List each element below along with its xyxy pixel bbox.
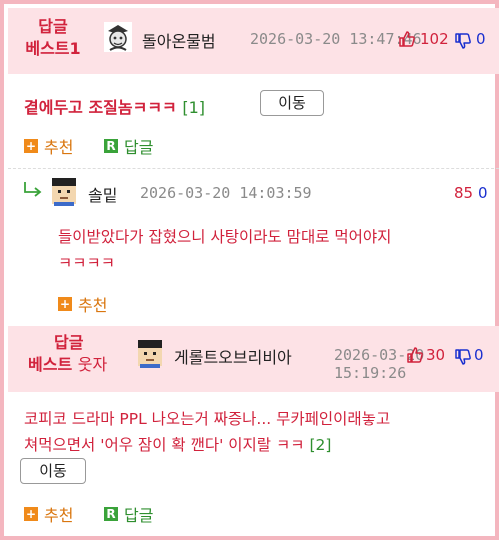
avatar-icon[interactable] xyxy=(50,176,78,206)
plus-icon: + xyxy=(58,297,72,311)
reply-label: 답글 xyxy=(124,138,154,157)
reply-button[interactable]: R 답글 xyxy=(104,502,153,526)
recommend-label: 추천 xyxy=(44,138,74,157)
nickname[interactable]: 솔밑 xyxy=(88,182,117,206)
thumbs-down-icon[interactable] xyxy=(454,348,472,366)
comment-date: 2026-03-20 14:03:59 xyxy=(140,184,312,202)
recommend-button[interactable]: + 추천 xyxy=(24,502,73,526)
comment-body: 들이받았다가 잡혔으니 사탕이라도 맘대로 먹어야지 ㅋㅋㅋㅋ xyxy=(58,224,488,276)
reply-arrow-icon xyxy=(24,182,42,197)
nickname[interactable]: 돌아온물범 xyxy=(142,28,216,52)
best-category: 웃자 xyxy=(77,355,108,374)
reply-label: 답글 xyxy=(124,506,154,525)
move-button[interactable]: 이동 xyxy=(20,458,86,484)
upvote-count: 30 xyxy=(426,346,446,364)
upvote-count: 85 xyxy=(454,184,474,202)
avatar-icon[interactable] xyxy=(104,22,132,52)
avatar-icon[interactable] xyxy=(136,338,164,368)
thumbs-down-icon[interactable] xyxy=(454,32,472,50)
best-badge-line2: 베스트1 xyxy=(25,39,81,58)
move-button[interactable]: 이동 xyxy=(260,90,324,116)
best-badge-line2: 베스트 웃자 xyxy=(16,354,126,376)
best-badge: 답글 베스트 웃자 xyxy=(16,332,126,376)
recommend-label: 추천 xyxy=(44,506,74,525)
plus-icon: + xyxy=(24,139,38,153)
downvote-count: 0 xyxy=(474,346,484,364)
comment-title-text: 곁에두고 조질놈ㅋㅋㅋ xyxy=(24,98,177,117)
comment-body-line: ㅋㅋㅋㅋ xyxy=(58,254,116,272)
comment-body-line: 들이받았다가 잡혔으니 사탕이라도 맘대로 먹어야지 xyxy=(58,228,392,246)
comment-header: 답글 베스트1 돌아온물범 2026-03-20 13:47:46 102 0 xyxy=(8,8,499,74)
comment-body-line: 코피코 드라마 PPL 나오는거 짜증나... 무카페인이래놓고 xyxy=(24,410,391,428)
comment-header: 답글 베스트 웃자 게롤트오브리비아 2026-03-20 15:19:26 3… xyxy=(8,326,499,392)
plus-icon: + xyxy=(24,507,38,521)
nickname[interactable]: 게롤트오브리비아 xyxy=(174,344,292,368)
best-badge-text: 베스트 xyxy=(28,355,73,374)
recommend-label: 추천 xyxy=(78,296,108,315)
reply-r-icon: R xyxy=(104,139,118,153)
reply-button[interactable]: R 답글 xyxy=(104,134,153,158)
comment-title: 곁에두고 조질놈ㅋㅋㅋ [1] xyxy=(24,94,205,118)
divider xyxy=(8,168,499,169)
comment-body-text: 쳐먹으면서 '어우 잠이 확 깬다' 이지랄 ㅋㅋ xyxy=(24,436,305,454)
downvote-count: 0 xyxy=(478,184,488,202)
best-badge-line1: 답글 xyxy=(54,333,84,352)
comment-date: 2026-03-20 13:47:46 xyxy=(250,30,422,48)
upvote-count: 102 xyxy=(420,30,449,48)
best-badge: 답글 베스트1 xyxy=(18,16,88,60)
comment-body-line: 쳐먹으면서 '어우 잠이 확 깬다' 이지랄 ㅋㅋ [2] xyxy=(24,432,494,458)
downvote-count: 0 xyxy=(476,30,486,48)
comment-body: 코피코 드라마 PPL 나오는거 짜증나... 무카페인이래놓고 쳐먹으면서 '… xyxy=(24,406,494,458)
thumbs-up-icon[interactable] xyxy=(406,346,424,364)
comment-list: 답글 베스트1 돌아온물범 2026-03-20 13:47:46 102 0 … xyxy=(0,0,499,540)
reply-count: [2] xyxy=(309,436,332,454)
thumbs-up-icon[interactable] xyxy=(398,30,416,48)
recommend-button[interactable]: + 추천 xyxy=(24,134,73,158)
reply-count: [1] xyxy=(182,98,206,117)
best-badge-line1: 답글 xyxy=(38,17,68,36)
recommend-button[interactable]: + 추천 xyxy=(58,292,107,316)
reply-r-icon: R xyxy=(104,507,118,521)
